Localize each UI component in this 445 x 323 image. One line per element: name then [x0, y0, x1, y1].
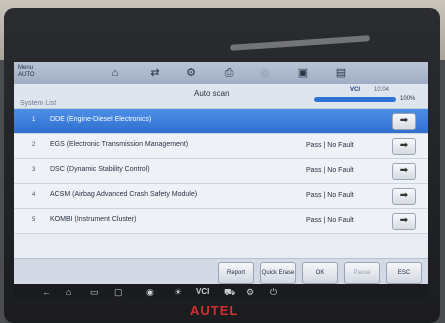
quick-erase-button[interactable]: Quick Erase [260, 262, 296, 284]
help-icon[interactable]: ◎ [258, 66, 272, 80]
scan-progress-bar [314, 97, 396, 102]
brand-subtext: AUTO [18, 72, 35, 78]
system-number: 1 [32, 117, 36, 123]
camera-icon[interactable]: ◉ [146, 286, 154, 298]
enter-system-arrow-icon[interactable]: ➡ [392, 213, 416, 230]
system-name: KOMBI (Instrument Cluster) [50, 216, 137, 223]
clock: 10:04 [374, 87, 390, 93]
back-icon[interactable]: ← [42, 286, 51, 298]
enter-system-arrow-icon[interactable]: ➡ [392, 113, 416, 130]
section-label: System List [20, 100, 57, 107]
report-button[interactable]: Report [218, 262, 254, 284]
system-status: Pass | No Fault [306, 192, 354, 199]
app-screen: Menu AUTO ⌂ ⇄ ⚙ ⎙ ◎ ▣ ▤ Auto scan VCI 10… [14, 62, 428, 284]
screenshot-icon[interactable]: ▢ [114, 286, 123, 298]
system-name: DSC (Dynamic Stability Control) [50, 166, 150, 173]
system-status: Pass | No Fault [306, 142, 354, 149]
bottom-action-bar: Report Quick Erase OK Pause ESC [14, 258, 428, 284]
system-status: Pass | No Fault [306, 217, 354, 224]
enter-system-arrow-icon[interactable]: ➡ [392, 138, 416, 155]
system-row[interactable]: 2 EGS (Electronic Transmission Management… [14, 134, 428, 159]
brand-text: Menu [18, 65, 34, 71]
system-nav-bar: ← ⌂ ▭ ▢ ◉ ☀ VCI ⛟ ⚙ ⏻ [14, 284, 428, 300]
device-logo: AUTEL [190, 303, 239, 318]
scan-progress-label: 100% [400, 96, 416, 102]
exchange-icon[interactable]: ⇄ [148, 66, 162, 80]
system-row[interactable]: 1 DDE (Engine-Diesel Electronics) ➡ [14, 109, 428, 134]
system-number: 5 [32, 217, 36, 223]
pause-button[interactable]: Pause [344, 262, 380, 284]
brightness-icon[interactable]: ☀ [174, 286, 182, 298]
car-icon[interactable]: ⛟ [224, 286, 235, 298]
top-toolbar: Menu AUTO ⌂ ⇄ ⚙ ⎙ ◎ ▣ ▤ [14, 62, 428, 84]
ok-button[interactable]: OK [302, 262, 338, 284]
system-row[interactable]: 4 ACSM (Airbag Advanced Crash Safety Modu… [14, 184, 428, 209]
system-status: Pass | No Fault [306, 167, 354, 174]
system-row[interactable]: 5 KOMBI (Instrument Cluster) Pass | No Fau… [14, 209, 428, 234]
brand-label: Menu AUTO [18, 65, 35, 79]
page-title: Auto scan [194, 89, 230, 98]
system-name: DDE (Engine-Diesel Electronics) [50, 116, 152, 123]
data-icon[interactable]: ▤ [334, 66, 348, 80]
recent-apps-icon[interactable]: ▭ [90, 286, 99, 298]
print-icon[interactable]: ⎙ [222, 66, 236, 80]
system-name: ACSM (Airbag Advanced Crash Safety Modul… [50, 191, 198, 198]
system-number: 4 [32, 192, 36, 198]
gear-icon[interactable]: ⚙ [184, 66, 198, 80]
system-number: 3 [32, 167, 36, 173]
save-icon[interactable]: ▣ [296, 66, 310, 80]
system-number: 2 [32, 142, 36, 148]
vci-nav-label[interactable]: VCI [196, 286, 209, 298]
esc-button[interactable]: ESC [386, 262, 422, 284]
vci-indicator: VCI [350, 87, 361, 93]
system-name: EGS (Electronic Transmission Management) [50, 141, 189, 148]
power-icon[interactable]: ⏻ [270, 286, 277, 298]
home-nav-icon[interactable]: ⌂ [66, 286, 71, 298]
status-bar: Auto scan VCI 10:04 System List 100% [14, 84, 428, 109]
system-row[interactable]: 3 DSC (Dynamic Stability Control) Pass | N… [14, 159, 428, 184]
settings-nav-icon[interactable]: ⚙ [246, 286, 254, 298]
home-icon[interactable]: ⌂ [108, 66, 122, 80]
scan-progress-fill [314, 97, 396, 102]
enter-system-arrow-icon[interactable]: ➡ [392, 163, 416, 180]
enter-system-arrow-icon[interactable]: ➡ [392, 188, 416, 205]
